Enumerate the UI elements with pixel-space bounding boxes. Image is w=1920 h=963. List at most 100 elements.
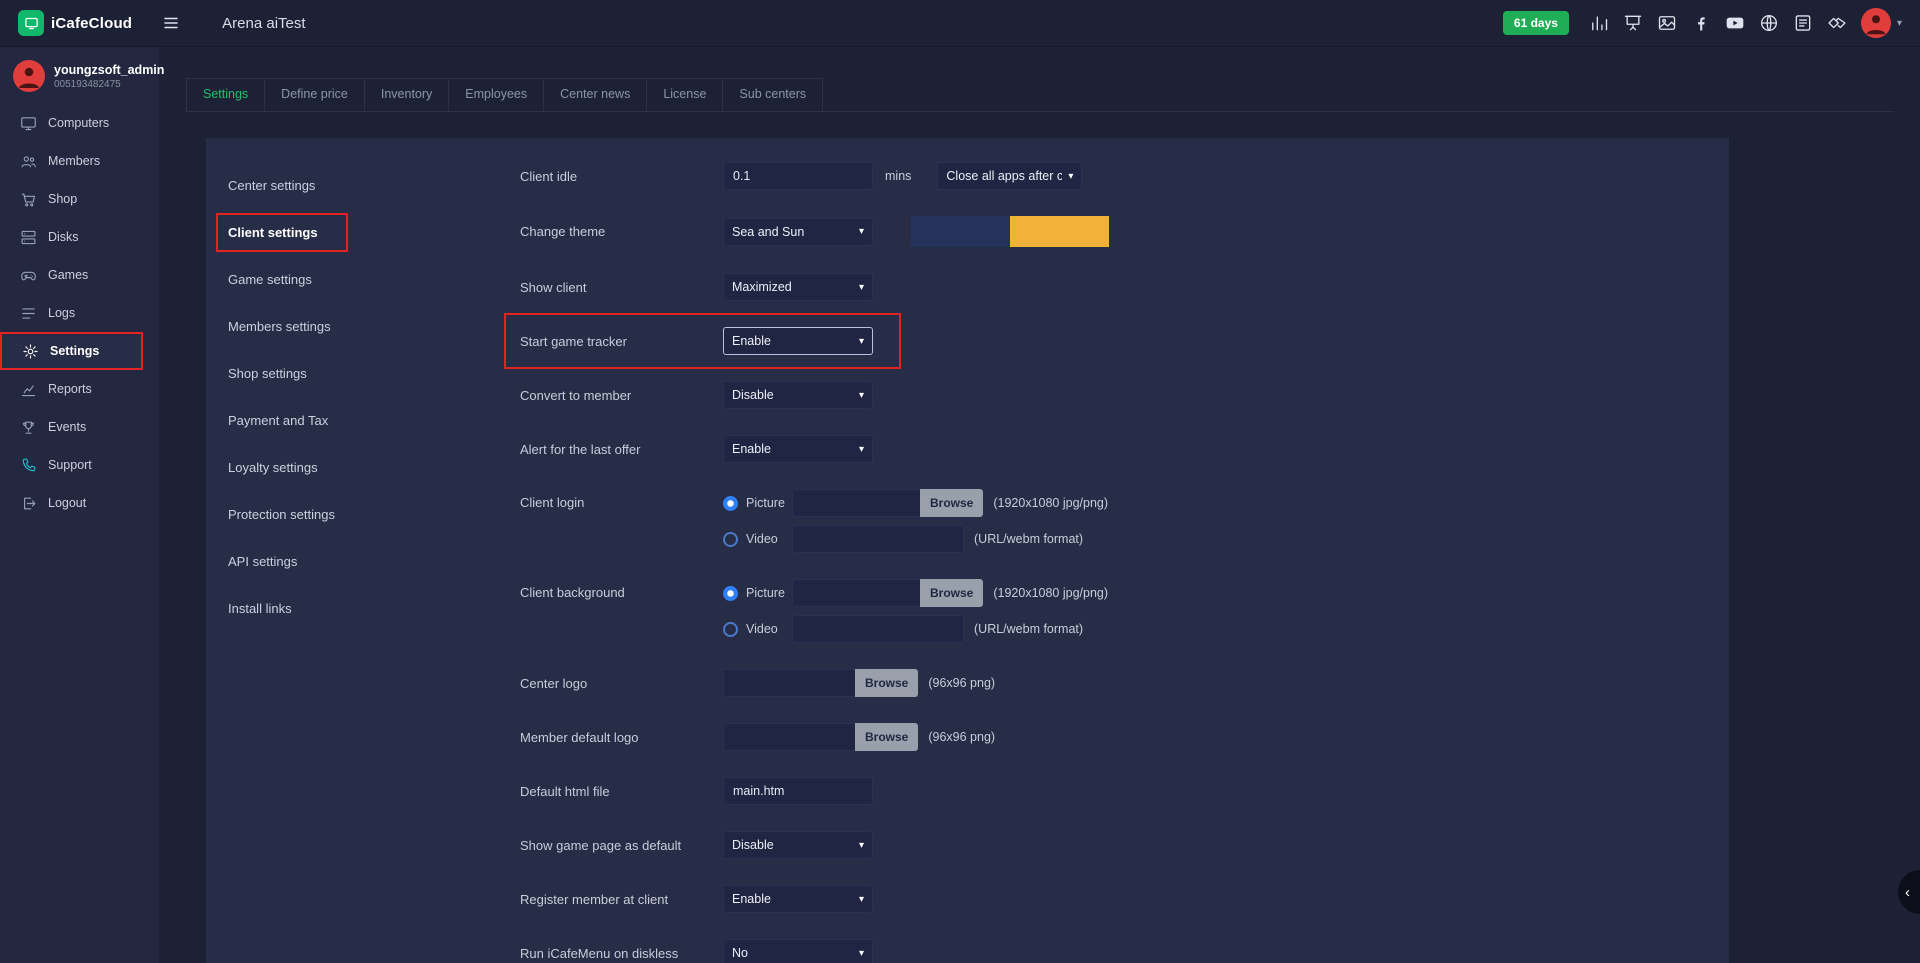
client-login-picture-radio[interactable] bbox=[723, 496, 738, 511]
client-background-picture-radio[interactable] bbox=[723, 586, 738, 601]
change-theme-select[interactable]: Sea and Sun ▾ bbox=[723, 218, 873, 246]
events-trophy-icon bbox=[20, 419, 37, 436]
member-default-logo-input[interactable] bbox=[723, 723, 855, 751]
app-logo[interactable]: iCafeCloud bbox=[18, 10, 132, 36]
sidebar-item-reports[interactable]: Reports bbox=[0, 370, 159, 408]
settings-nav-loyalty-settings[interactable]: Loyalty settings bbox=[228, 444, 466, 491]
settings-nav-game-settings[interactable]: Game settings bbox=[228, 256, 466, 303]
sidebar-item-events[interactable]: Events bbox=[0, 408, 159, 446]
form-row-register-member: Register member at client Enable ▾ bbox=[520, 885, 1729, 913]
tab-sub-centers[interactable]: Sub centers bbox=[723, 78, 823, 111]
field-label: Member default logo bbox=[520, 730, 723, 745]
settings-nav-install-links[interactable]: Install links bbox=[228, 585, 466, 632]
chevron-down-icon: ▾ bbox=[859, 226, 864, 237]
license-days-badge[interactable]: 61 days bbox=[1503, 11, 1569, 35]
menu-toggle-icon[interactable] bbox=[162, 14, 180, 32]
sidebar-item-settings[interactable]: Settings bbox=[0, 332, 143, 370]
globe-icon[interactable] bbox=[1759, 13, 1779, 33]
field-label: Show game page as default bbox=[520, 838, 723, 853]
tab-license[interactable]: License bbox=[647, 78, 723, 111]
theme-swatch-orange[interactable] bbox=[1010, 216, 1109, 247]
tab-inventory[interactable]: Inventory bbox=[365, 78, 449, 111]
stats-icon[interactable] bbox=[1589, 13, 1609, 33]
chevron-down-icon: ▾ bbox=[859, 390, 864, 401]
center-logo-browse-button[interactable]: Browse bbox=[855, 669, 918, 697]
form-row-client-background: Client background Picture Browse (1920x1… bbox=[520, 579, 1729, 643]
alert-last-offer-select[interactable]: Enable ▾ bbox=[723, 435, 873, 463]
tab-employees[interactable]: Employees bbox=[449, 78, 544, 111]
form-row-alert-last-offer: Alert for the last offer Enable ▾ bbox=[520, 435, 1729, 463]
client-background-picture-browse-button[interactable]: Browse bbox=[920, 579, 983, 607]
member-default-logo-browse-button[interactable]: Browse bbox=[855, 723, 918, 751]
logs-icon bbox=[20, 305, 37, 322]
account-menu[interactable]: ▾ bbox=[1861, 8, 1902, 38]
client-login-picture-input[interactable] bbox=[792, 489, 920, 517]
client-background-picture-input[interactable] bbox=[792, 579, 920, 607]
settings-nav-api-settings[interactable]: API settings bbox=[228, 538, 466, 585]
settings-nav-shop-settings[interactable]: Shop settings bbox=[228, 350, 466, 397]
notes-icon[interactable] bbox=[1793, 13, 1813, 33]
register-member-select[interactable]: Enable ▾ bbox=[723, 885, 873, 913]
client-login-video-input[interactable] bbox=[792, 525, 964, 553]
field-label: Register member at client bbox=[520, 892, 723, 907]
settings-nav-members-settings[interactable]: Members settings bbox=[228, 303, 466, 350]
tab-define-price[interactable]: Define price bbox=[265, 78, 365, 111]
client-login-picture-browse-button[interactable]: Browse bbox=[920, 489, 983, 517]
chevron-down-icon: ▾ bbox=[1897, 18, 1902, 29]
sidebar-item-computers[interactable]: Computers bbox=[0, 104, 159, 142]
sidebar-nav: Computers Members Shop Disks Games Logs … bbox=[0, 104, 159, 522]
photo-icon[interactable] bbox=[1657, 13, 1677, 33]
client-login-video-radio[interactable] bbox=[723, 532, 738, 547]
client-idle-input[interactable] bbox=[723, 162, 873, 190]
sidebar-item-logs[interactable]: Logs bbox=[0, 294, 159, 332]
field-hint: (URL/webm format) bbox=[974, 532, 1083, 546]
theme-swatch-dark[interactable] bbox=[911, 216, 1010, 247]
chevron-down-icon: ▾ bbox=[1068, 171, 1073, 182]
settings-nav-payment-and-tax[interactable]: Payment and Tax bbox=[228, 397, 466, 444]
games-icon bbox=[20, 267, 37, 284]
settings-nav-client-settings[interactable]: Client settings bbox=[216, 213, 348, 252]
show-client-select[interactable]: Maximized ▾ bbox=[723, 273, 873, 301]
client-idle-action-select[interactable]: Close all apps after ch ▾ bbox=[937, 162, 1082, 190]
user-id: 005193482475 bbox=[54, 79, 164, 90]
sidebar-item-shop[interactable]: Shop bbox=[0, 180, 159, 218]
youtube-icon[interactable] bbox=[1725, 13, 1745, 33]
sidebar-item-disks[interactable]: Disks bbox=[0, 218, 159, 256]
client-background-video-input[interactable] bbox=[792, 615, 964, 643]
settings-card: Center settings Client settings Game set… bbox=[206, 138, 1729, 963]
chevron-down-icon: ▾ bbox=[859, 894, 864, 905]
form-row-center-logo: Center logo Browse (96x96 png) bbox=[520, 669, 1729, 697]
settings-nav-center-settings[interactable]: Center settings bbox=[228, 162, 466, 209]
field-label: Start game tracker bbox=[520, 334, 723, 349]
sidebar-item-members[interactable]: Members bbox=[0, 142, 159, 180]
sidebar-item-support[interactable]: Support bbox=[0, 446, 159, 484]
client-background-video-radio[interactable] bbox=[723, 622, 738, 637]
form-row-change-theme: Change theme Sea and Sun ▾ bbox=[520, 216, 1729, 247]
field-label: Client idle bbox=[520, 169, 723, 184]
form-row-client-idle: Client idle mins Close all apps after ch… bbox=[520, 162, 1729, 190]
form-row-start-game-tracker: Start game tracker Enable ▾ bbox=[504, 313, 901, 369]
field-hint: (96x96 png) bbox=[928, 730, 995, 744]
convert-to-member-select[interactable]: Disable ▾ bbox=[723, 381, 873, 409]
form-row-show-game-page: Show game page as default Disable ▾ bbox=[520, 831, 1729, 859]
form-row-default-html-file: Default html file bbox=[520, 777, 1729, 805]
run-icafemenu-select[interactable]: No ▾ bbox=[723, 939, 873, 963]
sidebar-item-logout[interactable]: Logout bbox=[0, 484, 159, 522]
tab-settings[interactable]: Settings bbox=[186, 78, 265, 111]
field-hint: (1920x1080 jpg/png) bbox=[993, 496, 1108, 510]
logo-icon bbox=[18, 10, 44, 36]
topbar: iCafeCloud Arena aiTest 61 days bbox=[0, 0, 1920, 47]
sidebar-item-games[interactable]: Games bbox=[0, 256, 159, 294]
tab-center-news[interactable]: Center news bbox=[544, 78, 647, 111]
members-icon bbox=[20, 153, 37, 170]
default-html-file-input[interactable] bbox=[723, 777, 873, 805]
user-block: youngzsoft_admin 005193482475 bbox=[0, 47, 159, 104]
field-label: Client background bbox=[520, 579, 723, 607]
show-game-page-select[interactable]: Disable ▾ bbox=[723, 831, 873, 859]
start-game-tracker-select[interactable]: Enable ▾ bbox=[723, 327, 873, 355]
settings-nav-protection-settings[interactable]: Protection settings bbox=[228, 491, 466, 538]
layers-icon[interactable] bbox=[1827, 13, 1847, 33]
facebook-icon[interactable] bbox=[1691, 13, 1711, 33]
projector-screen-icon[interactable] bbox=[1623, 13, 1643, 33]
center-logo-input[interactable] bbox=[723, 669, 855, 697]
